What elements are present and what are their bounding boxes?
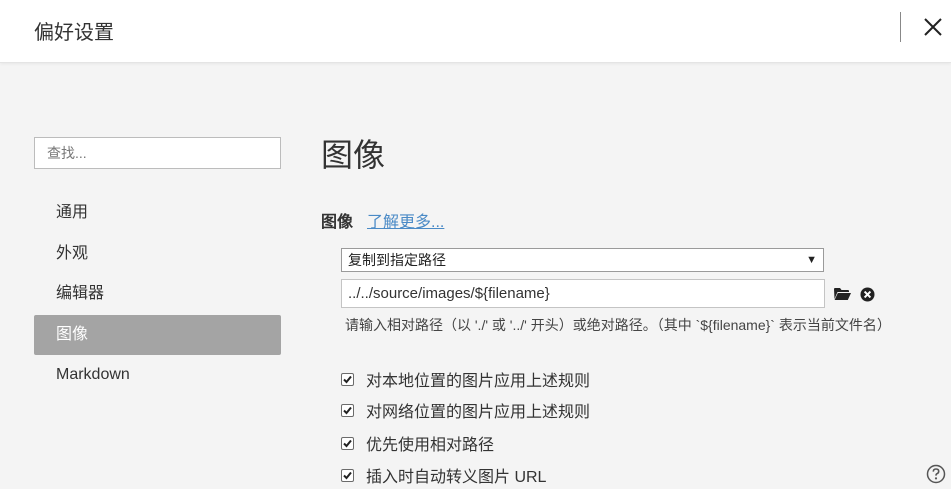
image-path-input[interactable]: [341, 279, 825, 308]
image-action-value: 复制到指定路径: [348, 252, 446, 268]
option-label: 优先使用相对路径: [366, 437, 495, 454]
close-button[interactable]: [918, 12, 948, 42]
window-title: 偏好设置: [34, 22, 114, 44]
image-action-select[interactable]: 复制到指定路径 ▼: [341, 248, 824, 272]
help-button[interactable]: [926, 464, 946, 484]
option-label: 对网络位置的图片应用上述规则: [366, 404, 591, 421]
checkbox[interactable]: [341, 468, 354, 482]
checkbox[interactable]: [341, 436, 354, 450]
option-local-images[interactable]: 对本地位置的图片应用上述规则: [341, 368, 590, 390]
sidebar-item-image[interactable]: 图像: [34, 315, 281, 355]
browse-folder-button[interactable]: [833, 285, 851, 303]
checkbox[interactable]: [341, 372, 354, 386]
folder-icon: [833, 288, 851, 300]
search-input[interactable]: [34, 137, 281, 169]
sidebar-item-general[interactable]: 通用: [34, 193, 281, 233]
sidebar-item-editor[interactable]: 编辑器: [34, 274, 281, 314]
option-network-images[interactable]: 对网络位置的图片应用上述规则: [341, 399, 590, 421]
close-icon: [924, 18, 942, 36]
checkbox[interactable]: [341, 403, 354, 417]
title-divider: [900, 12, 901, 42]
clear-path-button[interactable]: [858, 285, 876, 303]
clear-circle-icon: [860, 287, 874, 301]
dropdown-arrow-icon: ▼: [806, 254, 817, 266]
subsection-header: 图像 了解更多...: [321, 208, 444, 232]
option-prefer-relative[interactable]: 优先使用相对路径: [341, 432, 494, 454]
checkmark-icon: [343, 439, 352, 447]
learn-more-link[interactable]: 了解更多...: [367, 214, 444, 231]
option-label: 插入时自动转义图片 URL: [366, 469, 547, 486]
sidebar-item-markdown[interactable]: Markdown: [34, 355, 281, 395]
sidebar-item-appearance[interactable]: 外观: [34, 234, 281, 274]
checkmark-icon: [343, 406, 352, 414]
page-title: 图像: [321, 137, 386, 173]
help-circle-icon: [926, 464, 946, 484]
subsection-label: 图像: [321, 214, 354, 231]
title-bar: 偏好设置: [0, 0, 951, 63]
checkmark-icon: [343, 375, 352, 383]
path-hint-text: 请输入相对路径（以 './' 或 '../' 开头）或绝对路径。（其中 `${f…: [345, 317, 891, 333]
option-label: 对本地位置的图片应用上述规则: [366, 373, 591, 390]
checkmark-icon: [343, 471, 352, 479]
option-escape-url[interactable]: 插入时自动转义图片 URL: [341, 464, 546, 486]
